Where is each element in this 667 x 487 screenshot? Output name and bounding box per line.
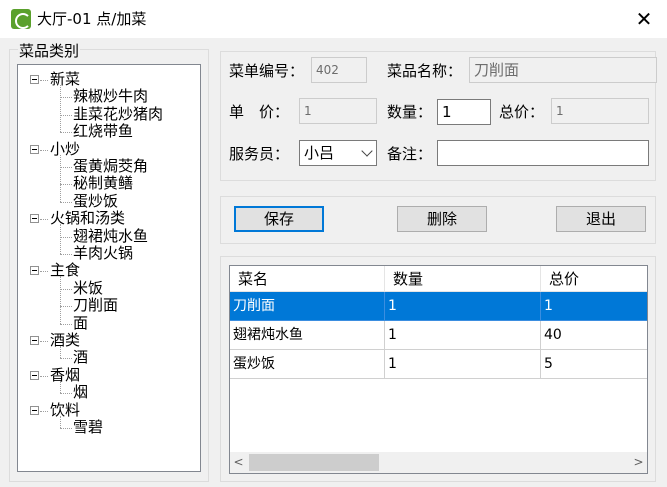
scroll-right-icon[interactable]: > [630, 452, 647, 473]
tree-dish[interactable]: 羊肉火锅 [73, 245, 133, 262]
remark-field[interactable] [437, 140, 649, 166]
tree-connector [60, 380, 61, 394]
tree-connector [40, 149, 48, 151]
tree-dish[interactable]: 韭菜花炒猪肉 [73, 105, 163, 123]
tree-connector [60, 154, 61, 202]
tree-connector [60, 428, 72, 429]
tree-connector [60, 288, 72, 290]
menu-no-field[interactable]: 402 [311, 57, 367, 83]
tree-collapse-icon[interactable] [30, 75, 39, 84]
menu-no-label: 菜单编号： [229, 62, 305, 80]
tree-dish[interactable]: 米饭 [73, 279, 103, 297]
tree-dish[interactable]: 秘制黄鳝 [73, 175, 133, 192]
remark-label: 备注： [387, 145, 433, 163]
delete-button[interactable]: 删除 [397, 206, 487, 232]
tree-category[interactable]: 新菜 [50, 71, 80, 88]
tree-dish[interactable]: 酒 [73, 349, 88, 366]
tree-category[interactable]: 酒类 [50, 332, 80, 349]
quantity-field[interactable]: 1 [437, 99, 491, 125]
save-button[interactable]: 保存 [234, 206, 324, 232]
tree-collapse-icon[interactable] [30, 144, 39, 154]
tree-connector [60, 114, 72, 116]
order-grid[interactable]: 菜名 数量 总价 刀削面 1 1 翅裙炖水鱼 1 40 蛋炒饭 1 5 < > [229, 265, 648, 474]
tree-collapse-icon[interactable] [30, 266, 39, 276]
total-label: 总价： [499, 103, 545, 121]
quantity-label: 数量： [387, 103, 433, 121]
grid-column-header[interactable]: 菜名 [230, 266, 385, 292]
grid-cell[interactable]: 5 [541, 350, 647, 379]
grid-cell[interactable]: 1 [385, 292, 541, 321]
tree-category[interactable]: 饮料 [50, 401, 80, 419]
horizontal-scrollbar[interactable]: < > [230, 452, 647, 473]
tree-collapse-icon[interactable] [30, 336, 39, 345]
tree-connector [40, 271, 48, 273]
tree-connector [60, 97, 72, 99]
grid-cell[interactable]: 翅裙炖水鱼 [230, 321, 385, 350]
scroll-thumb[interactable] [249, 454, 379, 471]
grid-cell[interactable]: 1 [541, 292, 647, 321]
tree-connector [40, 341, 48, 342]
tree-dish[interactable]: 辣椒炒牛肉 [73, 88, 148, 105]
scroll-left-icon[interactable]: < [230, 452, 247, 473]
grid-column-header[interactable]: 数量 [385, 266, 541, 292]
window-title: 大厅-01 点/加菜 [37, 10, 147, 28]
tree-category[interactable]: 火锅和汤类 [50, 210, 125, 227]
grid-cell[interactable]: 40 [541, 321, 647, 350]
app-icon [11, 9, 31, 29]
tree-connector [60, 393, 72, 395]
tree-connector [60, 167, 72, 168]
exit-button[interactable]: 退出 [556, 206, 646, 232]
tree-category[interactable]: 主食 [50, 262, 80, 279]
tree-connector [60, 201, 72, 203]
waiter-label: 服务员： [229, 145, 290, 163]
tree-dish[interactable]: 红烧带鱼 [73, 123, 133, 140]
tree-collapse-icon[interactable] [30, 370, 39, 380]
tree-category[interactable]: 香烟 [50, 366, 80, 384]
tree-dish[interactable]: 雪碧 [73, 419, 103, 436]
tree-collapse-icon[interactable] [30, 405, 39, 415]
tree-dish[interactable]: 蛋炒饭 [73, 192, 118, 210]
tree-connector [60, 346, 61, 359]
tree-connector [60, 85, 61, 133]
total-field[interactable]: 1 [551, 98, 649, 124]
tree-connector [60, 276, 61, 324]
tree-connector [40, 80, 48, 81]
grid-cell[interactable]: 1 [385, 321, 541, 350]
tree-connector [60, 254, 72, 255]
tree-dish[interactable]: 翅裙炖水鱼 [73, 227, 148, 245]
tree-dish[interactable]: 刀削面 [73, 297, 118, 314]
waiter-dropdown[interactable]: 小吕 [299, 140, 377, 166]
category-group-label: 菜品类别 [18, 40, 81, 61]
chevron-down-icon [361, 145, 373, 157]
tree-connector [40, 219, 48, 221]
category-tree[interactable]: 新菜 辣椒炒牛肉 韭菜花炒猪肉 红烧带鱼 小炒 蛋黄焗茭角 秘制黄鳝 蛋炒饭 火锅和汤类 翅裙炖水… [17, 64, 201, 472]
tree-connector [60, 236, 72, 238]
tree-collapse-icon[interactable] [30, 214, 39, 224]
grid-cell[interactable]: 蛋炒饭 [230, 350, 385, 379]
tree-connector [60, 306, 72, 308]
unit-price-label: 单 价： [229, 103, 290, 121]
tree-connector [60, 415, 61, 428]
tree-category[interactable]: 小炒 [50, 140, 80, 158]
grid-column-header[interactable]: 总价 [541, 266, 647, 292]
close-button[interactable]: ✕ [624, 4, 664, 34]
waiter-value: 小吕 [304, 144, 335, 162]
grid-cell[interactable]: 刀削面 [230, 292, 385, 321]
tree-connector [40, 375, 48, 377]
dish-name-field[interactable]: 刀削面 [469, 57, 657, 83]
tree-dish[interactable]: 烟 [73, 384, 88, 401]
tree-connector [60, 132, 72, 134]
unit-price-field[interactable]: 1 [299, 98, 377, 124]
tree-dish[interactable]: 蛋黄焗茭角 [73, 158, 148, 175]
tree-connector [60, 358, 72, 360]
tree-connector [60, 224, 61, 254]
grid-cell[interactable]: 1 [385, 350, 541, 379]
tree-dish[interactable]: 面 [73, 314, 88, 332]
tree-connector [60, 184, 72, 186]
title-bar: 大厅-01 点/加菜 ✕ [0, 0, 667, 38]
tree-connector [40, 410, 48, 412]
tree-connector [60, 323, 72, 325]
dish-name-label: 菜品名称： [387, 62, 463, 80]
